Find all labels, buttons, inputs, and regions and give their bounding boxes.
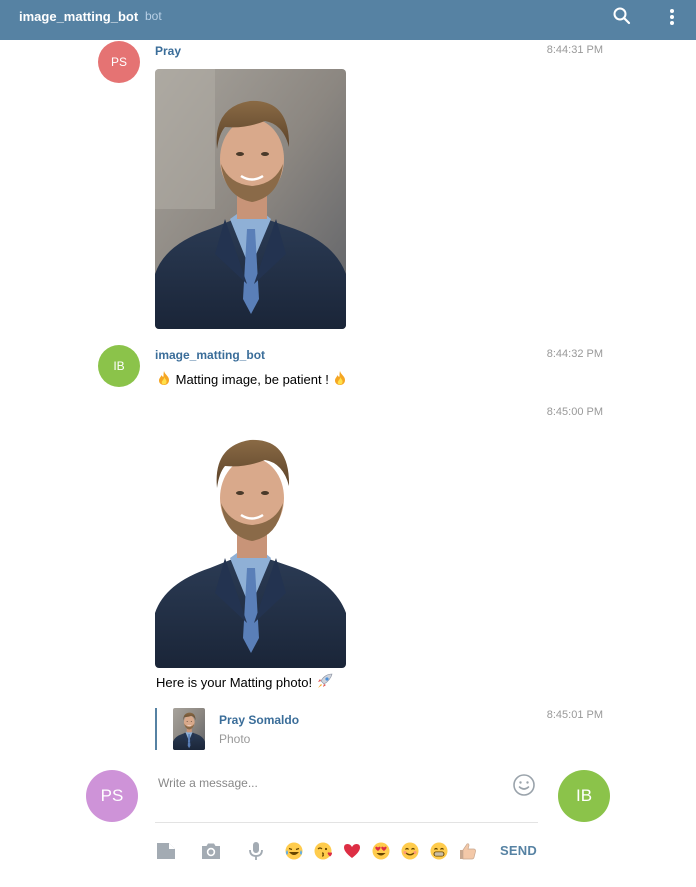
- message-time: 8:44:31 PM: [546, 44, 603, 56]
- message-author[interactable]: image_matting_bot: [155, 348, 265, 362]
- chat-header: image_matting_bot bot: [0, 0, 696, 40]
- reply-type: Photo: [219, 732, 251, 746]
- reply-author: Pray Somaldo: [219, 713, 300, 727]
- fire-emoji-icon: [156, 370, 172, 389]
- camera-icon[interactable]: [200, 840, 222, 862]
- message-time: 8:45:00 PM: [546, 406, 603, 418]
- heart-eyes-emoji-icon[interactable]: [371, 841, 391, 861]
- more-menu-icon[interactable]: [664, 6, 680, 28]
- message-time: 8:45:01 PM: [546, 709, 603, 721]
- photo-caption: Here is your Matting photo!: [156, 673, 334, 692]
- peer-avatar[interactable]: IB: [558, 770, 610, 822]
- photo-caption-text: Here is your Matting photo!: [156, 675, 313, 690]
- reply-preview[interactable]: Pray Somaldo Photo: [155, 708, 315, 750]
- search-icon[interactable]: [612, 6, 632, 26]
- tears-of-joy-emoji-icon[interactable]: [284, 841, 304, 861]
- composer-divider: [155, 822, 538, 823]
- message-text: Matting image, be patient !: [156, 370, 348, 389]
- heart-emoji-icon[interactable]: [342, 841, 362, 861]
- grin-emoji-icon[interactable]: [429, 841, 449, 861]
- matted-photo-message[interactable]: [155, 408, 346, 668]
- smile-emoji-icon[interactable]: [400, 841, 420, 861]
- fire-emoji-icon: [332, 370, 348, 389]
- reply-thumbnail: [173, 708, 205, 750]
- chat-subtitle: bot: [145, 9, 162, 23]
- emoji-picker-icon[interactable]: [512, 773, 536, 797]
- avatar[interactable]: IB: [98, 345, 140, 387]
- message-author[interactable]: Pray: [155, 44, 181, 58]
- microphone-icon[interactable]: [245, 840, 267, 862]
- my-avatar[interactable]: PS: [86, 770, 138, 822]
- message-input[interactable]: [158, 773, 498, 793]
- file-icon[interactable]: [155, 840, 177, 862]
- chat-title[interactable]: image_matting_bot: [19, 9, 138, 24]
- photo-message[interactable]: [155, 69, 346, 329]
- send-button[interactable]: SEND: [500, 843, 537, 858]
- avatar[interactable]: PS: [98, 41, 140, 83]
- rocket-emoji-icon: [316, 673, 334, 692]
- message-text-body: Matting image, be patient !: [175, 372, 329, 387]
- message-time: 8:44:32 PM: [546, 348, 603, 360]
- thumbs-up-emoji-icon[interactable]: [458, 841, 478, 861]
- kissing-emoji-icon[interactable]: [313, 841, 333, 861]
